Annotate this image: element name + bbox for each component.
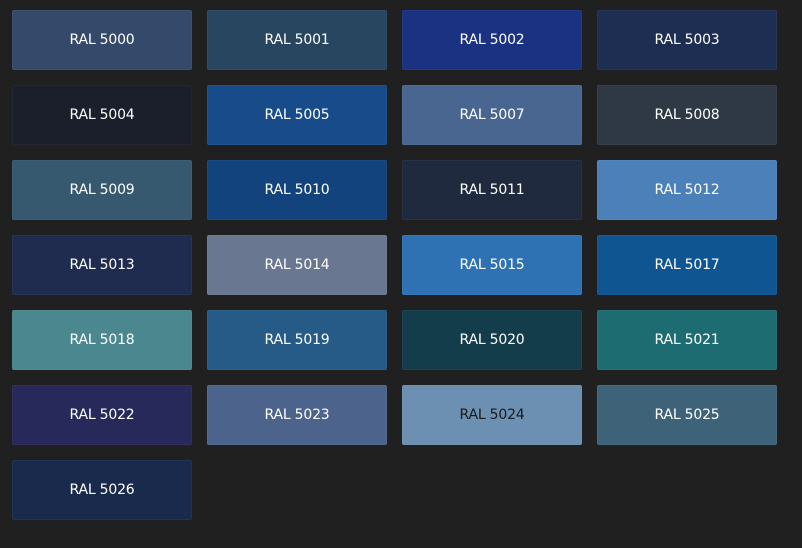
swatch-ral-5024[interactable]: RAL 5024 [402, 385, 582, 445]
swatch-label: RAL 5014 [264, 257, 330, 273]
swatch-ral-5022[interactable]: RAL 5022 [12, 385, 192, 445]
swatch-ral-5010[interactable]: RAL 5010 [207, 160, 387, 220]
swatch-label: RAL 5010 [264, 182, 330, 198]
swatch-ral-5019[interactable]: RAL 5019 [207, 310, 387, 370]
swatch-label: RAL 5008 [654, 107, 720, 123]
swatch-ral-5026[interactable]: RAL 5026 [12, 460, 192, 520]
swatch-ral-5009[interactable]: RAL 5009 [12, 160, 192, 220]
swatch-label: RAL 5019 [264, 332, 330, 348]
swatch-ral-5001[interactable]: RAL 5001 [207, 10, 387, 70]
swatch-ral-5021[interactable]: RAL 5021 [597, 310, 777, 370]
swatch-label: RAL 5007 [459, 107, 525, 123]
color-swatch-grid: RAL 5000 RAL 5001 RAL 5002 RAL 5003 RAL … [12, 10, 777, 520]
swatch-label: RAL 5022 [69, 407, 135, 423]
swatch-label: RAL 5015 [459, 257, 525, 273]
swatch-label: RAL 5000 [69, 32, 135, 48]
swatch-ral-5008[interactable]: RAL 5008 [597, 85, 777, 145]
swatch-ral-5013[interactable]: RAL 5013 [12, 235, 192, 295]
swatch-ral-5007[interactable]: RAL 5007 [402, 85, 582, 145]
swatch-ral-5014[interactable]: RAL 5014 [207, 235, 387, 295]
swatch-label: RAL 5011 [459, 182, 525, 198]
swatch-ral-5020[interactable]: RAL 5020 [402, 310, 582, 370]
swatch-label: RAL 5003 [654, 32, 720, 48]
swatch-label: RAL 5013 [69, 257, 135, 273]
swatch-label: RAL 5001 [264, 32, 330, 48]
swatch-ral-5005[interactable]: RAL 5005 [207, 85, 387, 145]
swatch-label: RAL 5023 [264, 407, 330, 423]
swatch-label: RAL 5021 [654, 332, 720, 348]
swatch-label: RAL 5020 [459, 332, 525, 348]
swatch-ral-5002[interactable]: RAL 5002 [402, 10, 582, 70]
swatch-label: RAL 5017 [654, 257, 720, 273]
swatch-label: RAL 5005 [264, 107, 330, 123]
swatch-label: RAL 5025 [654, 407, 720, 423]
swatch-label: RAL 5002 [459, 32, 525, 48]
swatch-label: RAL 5004 [69, 107, 135, 123]
swatch-ral-5011[interactable]: RAL 5011 [402, 160, 582, 220]
swatch-ral-5025[interactable]: RAL 5025 [597, 385, 777, 445]
swatch-label: RAL 5018 [69, 332, 135, 348]
swatch-ral-5018[interactable]: RAL 5018 [12, 310, 192, 370]
swatch-label: RAL 5024 [459, 407, 525, 423]
swatch-ral-5023[interactable]: RAL 5023 [207, 385, 387, 445]
swatch-label: RAL 5026 [69, 482, 135, 498]
swatch-label: RAL 5012 [654, 182, 720, 198]
swatch-ral-5004[interactable]: RAL 5004 [12, 85, 192, 145]
swatch-label: RAL 5009 [69, 182, 135, 198]
swatch-ral-5000[interactable]: RAL 5000 [12, 10, 192, 70]
swatch-ral-5003[interactable]: RAL 5003 [597, 10, 777, 70]
swatch-ral-5017[interactable]: RAL 5017 [597, 235, 777, 295]
swatch-ral-5012[interactable]: RAL 5012 [597, 160, 777, 220]
swatch-ral-5015[interactable]: RAL 5015 [402, 235, 582, 295]
